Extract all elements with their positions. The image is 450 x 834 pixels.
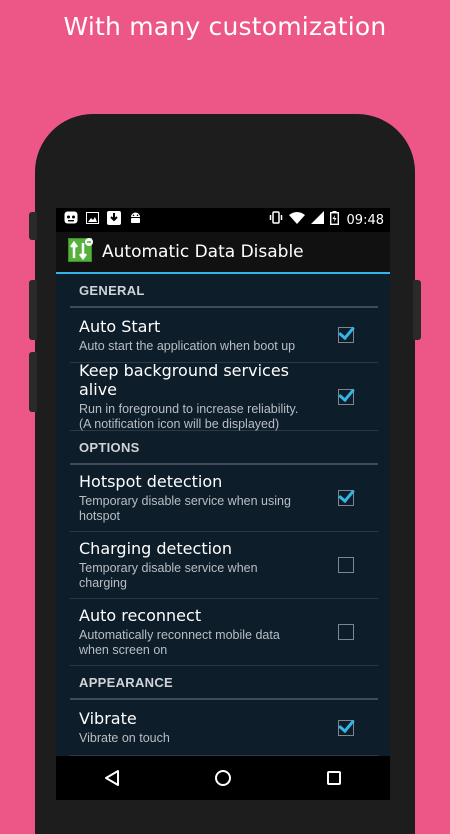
pref-title: Charging detection <box>79 539 232 558</box>
pref-text: Vibrate Vibrate on touch <box>79 709 332 746</box>
pref-title: Vibrate <box>79 709 137 728</box>
pref-vibrate[interactable]: Vibrate Vibrate on touch <box>70 700 378 756</box>
promo-title: With many customization <box>63 12 387 41</box>
navigation-bar <box>56 756 390 800</box>
pref-charging-detection[interactable]: Charging detection Temporary disable ser… <box>70 532 378 599</box>
android-face-icon <box>64 211 78 229</box>
pref-auto-start[interactable]: Auto Start Auto start the application wh… <box>70 308 378 363</box>
pref-summary: Auto start the application when boot up <box>79 338 296 353</box>
checkbox-charging-detection[interactable] <box>338 557 354 573</box>
status-time: 09:48 <box>346 212 384 228</box>
action-bar: Automatic Data Disable <box>56 232 390 274</box>
android-icon <box>129 211 142 229</box>
phone-side-button <box>29 212 37 240</box>
section-header-appearance: APPEARANCE <box>70 666 378 700</box>
checkbox-auto-reconnect[interactable] <box>338 624 354 640</box>
pref-keep-background-services-alive[interactable]: Keep background services alive Run in fo… <box>70 361 378 432</box>
phone-screen: 09:48 Automatic Data Disable GENERAL Aut… <box>56 208 390 800</box>
status-bar: 09:48 <box>56 208 390 232</box>
battery-icon <box>329 210 339 230</box>
back-icon[interactable] <box>92 758 132 798</box>
phone-side-button <box>413 280 421 340</box>
phone-side-button <box>29 280 37 340</box>
checkbox-hotspot-detection[interactable] <box>338 490 354 506</box>
section-header-options: OPTIONS <box>70 431 378 465</box>
pref-summary: Temporary disable service when using hot… <box>79 494 291 523</box>
pref-title: Auto Start <box>79 316 161 336</box>
download-icon <box>107 210 121 230</box>
recents-icon[interactable] <box>314 758 354 798</box>
pref-text: Charging detection Temporary disable ser… <box>79 539 332 591</box>
pref-text: Auto Start Auto start the application wh… <box>79 317 332 354</box>
pref-auto-reconnect[interactable]: Auto reconnect Automatically reconnect m… <box>70 599 378 666</box>
pref-summary: Temporary disable service when charging <box>79 561 258 590</box>
pref-title: Keep background services alive <box>79 361 289 399</box>
checkbox-vibrate[interactable] <box>338 719 354 736</box>
pref-summary: Automatically reconnect mobile data when… <box>79 628 280 657</box>
pref-title: Auto reconnect <box>79 606 202 625</box>
vibrate-icon <box>269 211 283 229</box>
preferences-list: GENERAL Auto Start Auto start the applic… <box>56 274 390 756</box>
section-header-general: GENERAL <box>70 274 378 308</box>
signal-icon <box>310 211 324 229</box>
pref-hotspot-detection[interactable]: Hotspot detection Temporary disable serv… <box>70 465 378 532</box>
app-logo-icon[interactable] <box>68 237 94 268</box>
home-icon[interactable] <box>203 758 243 798</box>
pref-summary: Vibrate on touch <box>79 731 170 745</box>
pref-text: Hotspot detection Temporary disable serv… <box>79 472 332 524</box>
pref-title: Hotspot detection <box>79 472 223 491</box>
image-icon <box>86 211 99 229</box>
checkbox-keep-background-services-alive[interactable] <box>338 388 354 405</box>
wifi-icon <box>288 211 305 229</box>
checkbox-auto-start[interactable] <box>338 327 354 343</box>
phone-side-button <box>29 352 37 412</box>
pref-text: Auto reconnect Automatically reconnect m… <box>79 606 332 658</box>
pref-summary: Run in foreground to increase reliabilit… <box>79 402 299 431</box>
app-title: Automatic Data Disable <box>102 242 304 262</box>
pref-text: Keep background services alive Run in fo… <box>79 361 332 432</box>
